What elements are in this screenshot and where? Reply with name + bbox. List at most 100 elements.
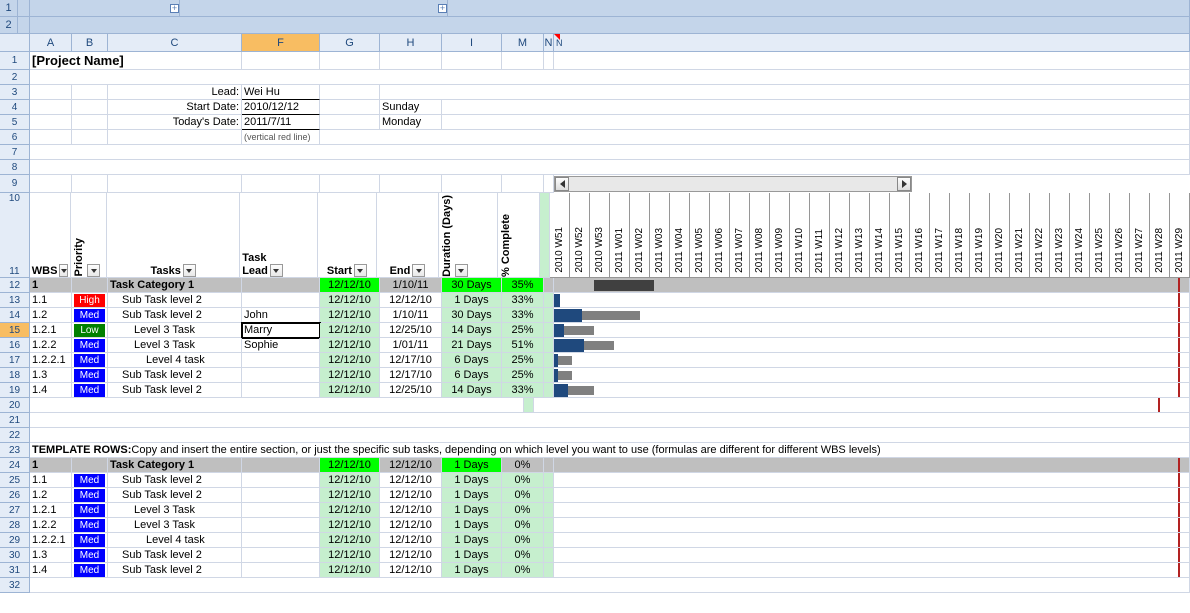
row-header-5[interactable]: 5 <box>0 115 30 130</box>
pct-cell[interactable]: 0% <box>502 563 544 578</box>
start-date-value[interactable]: 2010/12/12 <box>242 100 320 115</box>
wbs-cell[interactable]: 1 <box>30 278 72 293</box>
start-cell[interactable]: 12/12/10 <box>320 338 380 353</box>
task-cell[interactable]: Level 3 Task <box>108 323 242 338</box>
end-cell[interactable]: 12/12/10 <box>380 458 442 473</box>
start-cell[interactable]: 12/12/10 <box>320 383 380 398</box>
row-header-10-11[interactable]: 1011 <box>0 193 30 278</box>
plus-icon[interactable]: + <box>438 4 447 13</box>
priority-cell[interactable]: Med <box>72 533 108 548</box>
lead-cell[interactable] <box>242 488 320 503</box>
lead-cell[interactable] <box>242 503 320 518</box>
outline-expand-1[interactable]: + <box>30 0 180 17</box>
duration-cell[interactable]: 1 Days <box>442 458 502 473</box>
task-cell[interactable]: Sub Task level 2 <box>108 488 242 503</box>
task-cell[interactable]: Task Category 1 <box>108 278 242 293</box>
project-name[interactable]: [Project Name] <box>30 52 72 70</box>
end-cell[interactable]: 12/12/10 <box>380 473 442 488</box>
pct-cell[interactable]: 0% <box>502 503 544 518</box>
wbs-cell[interactable]: 1.4 <box>30 563 72 578</box>
row-header-19[interactable]: 19 <box>0 383 30 398</box>
start-cell[interactable]: 12/12/10 <box>320 563 380 578</box>
col-header-F[interactable]: F <box>242 34 320 52</box>
row-header-13[interactable]: 13 <box>0 293 30 308</box>
filter-tasks[interactable] <box>183 264 196 277</box>
row-header-2[interactable]: 2 <box>0 70 30 85</box>
priority-cell[interactable]: Med <box>72 368 108 383</box>
priority-cell[interactable]: High <box>72 293 108 308</box>
row-header-20[interactable]: 20 <box>0 398 30 413</box>
select-all[interactable] <box>0 34 30 52</box>
end-cell[interactable]: 1/10/11 <box>380 278 442 293</box>
task-cell[interactable]: Sub Task level 2 <box>108 383 242 398</box>
pct-cell[interactable]: 51% <box>502 338 544 353</box>
col-header-B[interactable]: B <box>72 34 108 52</box>
task-cell[interactable]: Level 3 Task <box>108 518 242 533</box>
col-header-C[interactable]: C <box>108 34 242 52</box>
task-cell[interactable]: Level 4 task <box>108 353 242 368</box>
outline-expand-2[interactable]: + <box>180 0 448 17</box>
priority-cell[interactable]: Med <box>72 353 108 368</box>
duration-cell[interactable]: 1 Days <box>442 488 502 503</box>
col-header-I[interactable]: I <box>442 34 502 52</box>
pct-cell[interactable]: 0% <box>502 473 544 488</box>
col-header-M[interactable]: M <box>502 34 544 52</box>
pct-cell[interactable]: 35% <box>502 278 544 293</box>
start-cell[interactable]: 12/12/10 <box>320 323 380 338</box>
task-cell[interactable]: Sub Task level 2 <box>108 308 242 323</box>
row-header-9[interactable]: 9 <box>0 175 30 193</box>
pct-cell[interactable]: 0% <box>502 518 544 533</box>
gantt-scrollbar[interactable] <box>554 176 912 192</box>
wbs-cell[interactable]: 1.4 <box>30 383 72 398</box>
duration-cell[interactable]: 21 Days <box>442 338 502 353</box>
priority-cell[interactable]: Med <box>72 383 108 398</box>
lead-cell[interactable] <box>242 473 320 488</box>
row-header-14[interactable]: 14 <box>0 308 30 323</box>
end-cell[interactable]: 12/12/10 <box>380 293 442 308</box>
wbs-cell[interactable]: 1 <box>30 458 72 473</box>
end-cell[interactable]: 12/12/10 <box>380 518 442 533</box>
row-header-17[interactable]: 17 <box>0 353 30 368</box>
duration-cell[interactable]: 6 Days <box>442 368 502 383</box>
scroll-left-button[interactable] <box>555 177 569 191</box>
priority-cell[interactable]: Low <box>72 323 108 338</box>
start-cell[interactable]: 12/12/10 <box>320 533 380 548</box>
task-cell[interactable]: Task Category 1 <box>108 458 242 473</box>
wbs-cell[interactable]: 1.3 <box>30 368 72 383</box>
lead-cell[interactable] <box>242 548 320 563</box>
filter-start[interactable] <box>354 264 367 277</box>
end-cell[interactable]: 1/10/11 <box>380 308 442 323</box>
lead-cell[interactable] <box>242 383 320 398</box>
pct-cell[interactable]: 33% <box>502 383 544 398</box>
priority-cell[interactable] <box>72 278 108 293</box>
pct-cell[interactable]: 0% <box>502 488 544 503</box>
row-header-1[interactable]: 1 <box>0 52 30 70</box>
col-header-A[interactable]: A <box>30 34 72 52</box>
wbs-cell[interactable]: 1.2 <box>30 308 72 323</box>
end-cell[interactable]: 12/12/10 <box>380 488 442 503</box>
col-header-gantt[interactable]: N <box>554 34 1190 52</box>
end-cell[interactable]: 12/17/10 <box>380 353 442 368</box>
lead-cell[interactable]: Marry <box>242 323 320 338</box>
row-header-7[interactable]: 7 <box>0 145 30 160</box>
priority-cell[interactable]: Med <box>72 548 108 563</box>
row-header-29[interactable]: 29 <box>0 533 30 548</box>
pct-cell[interactable]: 25% <box>502 353 544 368</box>
filter-end[interactable] <box>412 264 425 277</box>
row-header-26[interactable]: 26 <box>0 488 30 503</box>
priority-cell[interactable]: Med <box>72 503 108 518</box>
priority-cell[interactable] <box>72 458 108 473</box>
lead-cell[interactable]: John <box>242 308 320 323</box>
priority-cell[interactable]: Med <box>72 563 108 578</box>
start-cell[interactable]: 12/12/10 <box>320 368 380 383</box>
end-cell[interactable]: 12/12/10 <box>380 533 442 548</box>
duration-cell[interactable]: 6 Days <box>442 353 502 368</box>
task-cell[interactable]: Level 4 task <box>108 533 242 548</box>
lead-cell[interactable] <box>242 533 320 548</box>
priority-cell[interactable]: Med <box>72 308 108 323</box>
duration-cell[interactable]: 1 Days <box>442 518 502 533</box>
filter-duration[interactable] <box>455 264 468 277</box>
end-cell[interactable]: 12/17/10 <box>380 368 442 383</box>
row-header-31[interactable]: 31 <box>0 563 30 578</box>
duration-cell[interactable]: 1 Days <box>442 473 502 488</box>
